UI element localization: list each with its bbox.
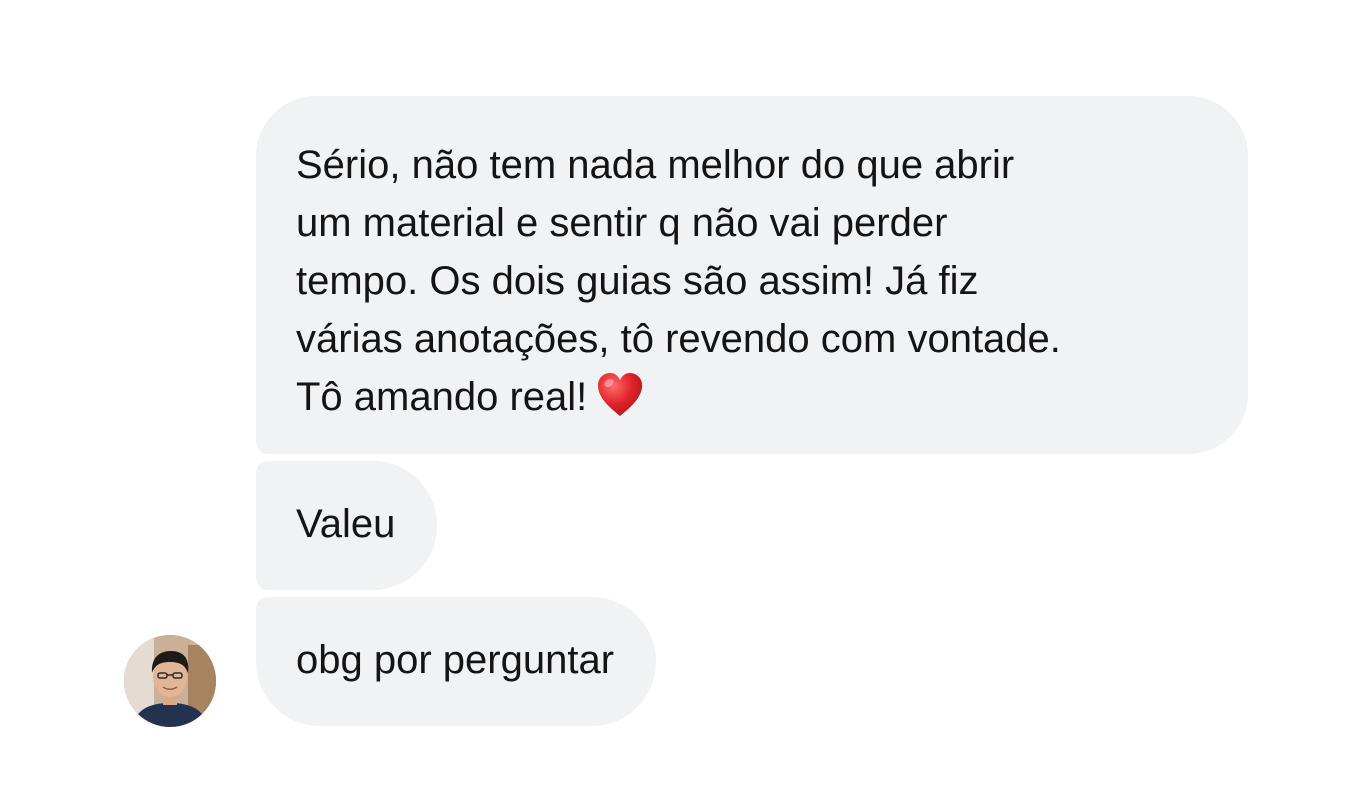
- message-line: um material e sentir q não vai perder: [296, 201, 948, 245]
- message-thread: Sério, não tem nada melhor do que abrir …: [0, 0, 1350, 800]
- message-bubble[interactable]: Valeu: [256, 461, 438, 590]
- avatar[interactable]: [124, 635, 216, 727]
- message-line: tempo. Os dois guias são assim! Já fiz: [296, 259, 979, 303]
- message-text: obg por perguntar: [296, 638, 615, 682]
- heart-icon: [595, 370, 645, 420]
- message-bubble[interactable]: Sério, não tem nada melhor do que abrir …: [256, 96, 1248, 454]
- message-line: várias anotações, tô revendo com vontade…: [296, 317, 1061, 361]
- message-line: Sério, não tem nada melhor do que abrir: [296, 143, 1015, 187]
- message-line-last: Tô amando real!: [296, 368, 1208, 426]
- avatar-image: [124, 635, 216, 727]
- message-bubble[interactable]: obg por perguntar: [256, 597, 657, 726]
- message-line-text: Tô amando real!: [296, 375, 588, 419]
- message-text: Valeu: [296, 502, 396, 546]
